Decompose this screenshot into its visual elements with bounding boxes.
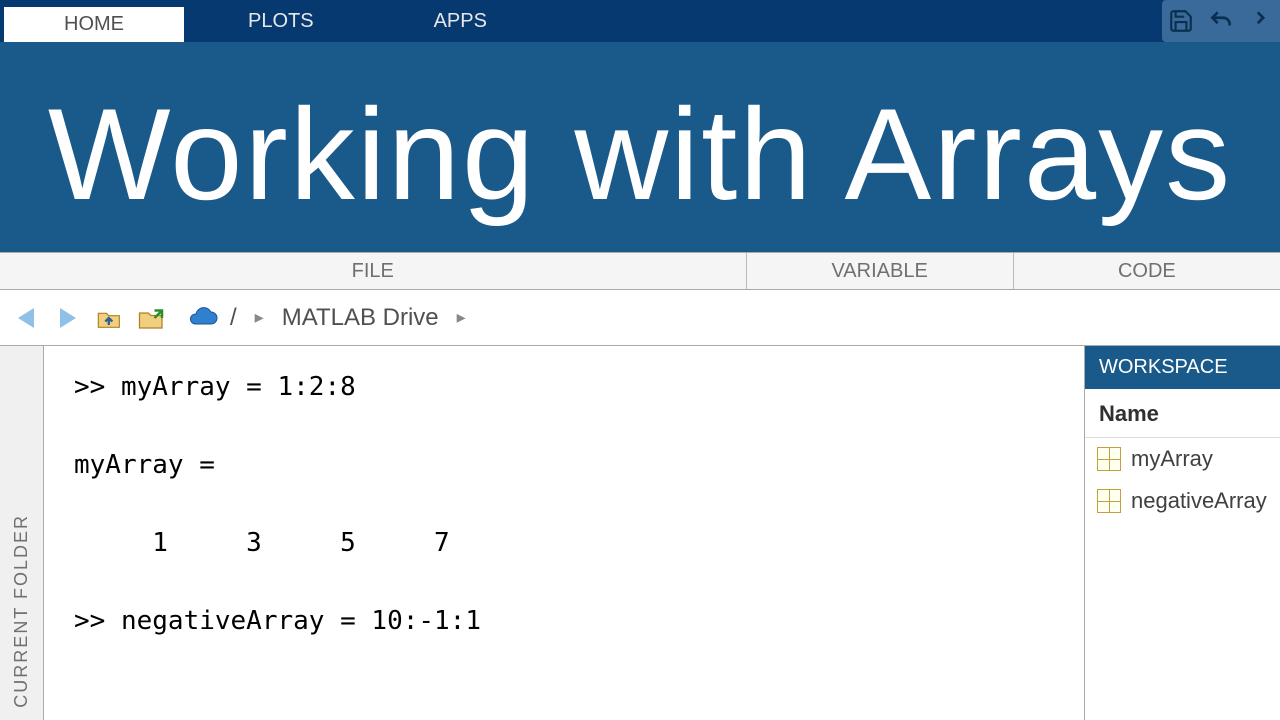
section-variable: VARIABLE <box>747 253 1014 289</box>
workspace-var[interactable]: negativeArray <box>1085 480 1280 522</box>
current-folder-tab[interactable]: CURRENT FOLDER <box>0 346 44 720</box>
chevron-right-icon: ▸ <box>449 307 474 328</box>
current-folder-label: CURRENT FOLDER <box>11 502 32 720</box>
workspace-var-name: negativeArray <box>1131 488 1267 514</box>
variable-icon <box>1097 489 1121 513</box>
cmd-line: myArray = <box>74 450 215 480</box>
breadcrumb-root-sep: / <box>230 304 237 332</box>
command-window[interactable]: >> myArray = 1:2:8 myArray = 1 3 5 7 >> … <box>44 346 1084 720</box>
tab-home[interactable]: HOME <box>4 4 184 42</box>
breadcrumb-item[interactable]: MATLAB Drive <box>282 304 439 332</box>
tab-apps[interactable]: APPS <box>374 0 547 42</box>
workspace-var[interactable]: myArray <box>1085 438 1280 480</box>
workspace-var-name: myArray <box>1131 446 1213 472</box>
chevron-right-icon: ▸ <box>247 307 272 328</box>
top-tab-bar: HOME PLOTS APPS <box>0 0 1280 42</box>
cmd-line: >> myArray = 1:2:8 <box>74 372 356 402</box>
workspace-name-header[interactable]: Name <box>1085 389 1280 438</box>
back-button[interactable] <box>10 302 42 334</box>
cloud-icon <box>186 306 220 330</box>
cmd-line: 1 3 5 7 <box>74 528 450 558</box>
cmd-line: >> negativeArray = 10:-1:1 <box>74 606 481 636</box>
main-area: CURRENT FOLDER >> myArray = 1:2:8 myArra… <box>0 346 1280 720</box>
up-folder-icon[interactable] <box>94 302 126 334</box>
breadcrumb[interactable]: / ▸ MATLAB Drive ▸ <box>186 304 474 332</box>
undo-icon[interactable] <box>1206 6 1236 36</box>
forward-button[interactable] <box>52 302 84 334</box>
workspace-title: WORKSPACE <box>1085 346 1280 389</box>
path-toolbar: / ▸ MATLAB Drive ▸ <box>0 290 1280 346</box>
tab-plots[interactable]: PLOTS <box>188 0 374 42</box>
save-icon[interactable] <box>1166 6 1196 36</box>
browse-folder-icon[interactable] <box>136 302 168 334</box>
variable-icon <box>1097 447 1121 471</box>
ribbon-section-headers: FILE VARIABLE CODE <box>0 252 1280 290</box>
redo-icon[interactable] <box>1246 6 1276 36</box>
quick-access-toolbar <box>1162 0 1280 42</box>
section-code: CODE <box>1014 253 1280 289</box>
title-banner: Working with Arrays <box>0 42 1280 252</box>
workspace-panel: WORKSPACE Name myArray negativeArray <box>1084 346 1280 720</box>
section-file: FILE <box>0 253 747 289</box>
